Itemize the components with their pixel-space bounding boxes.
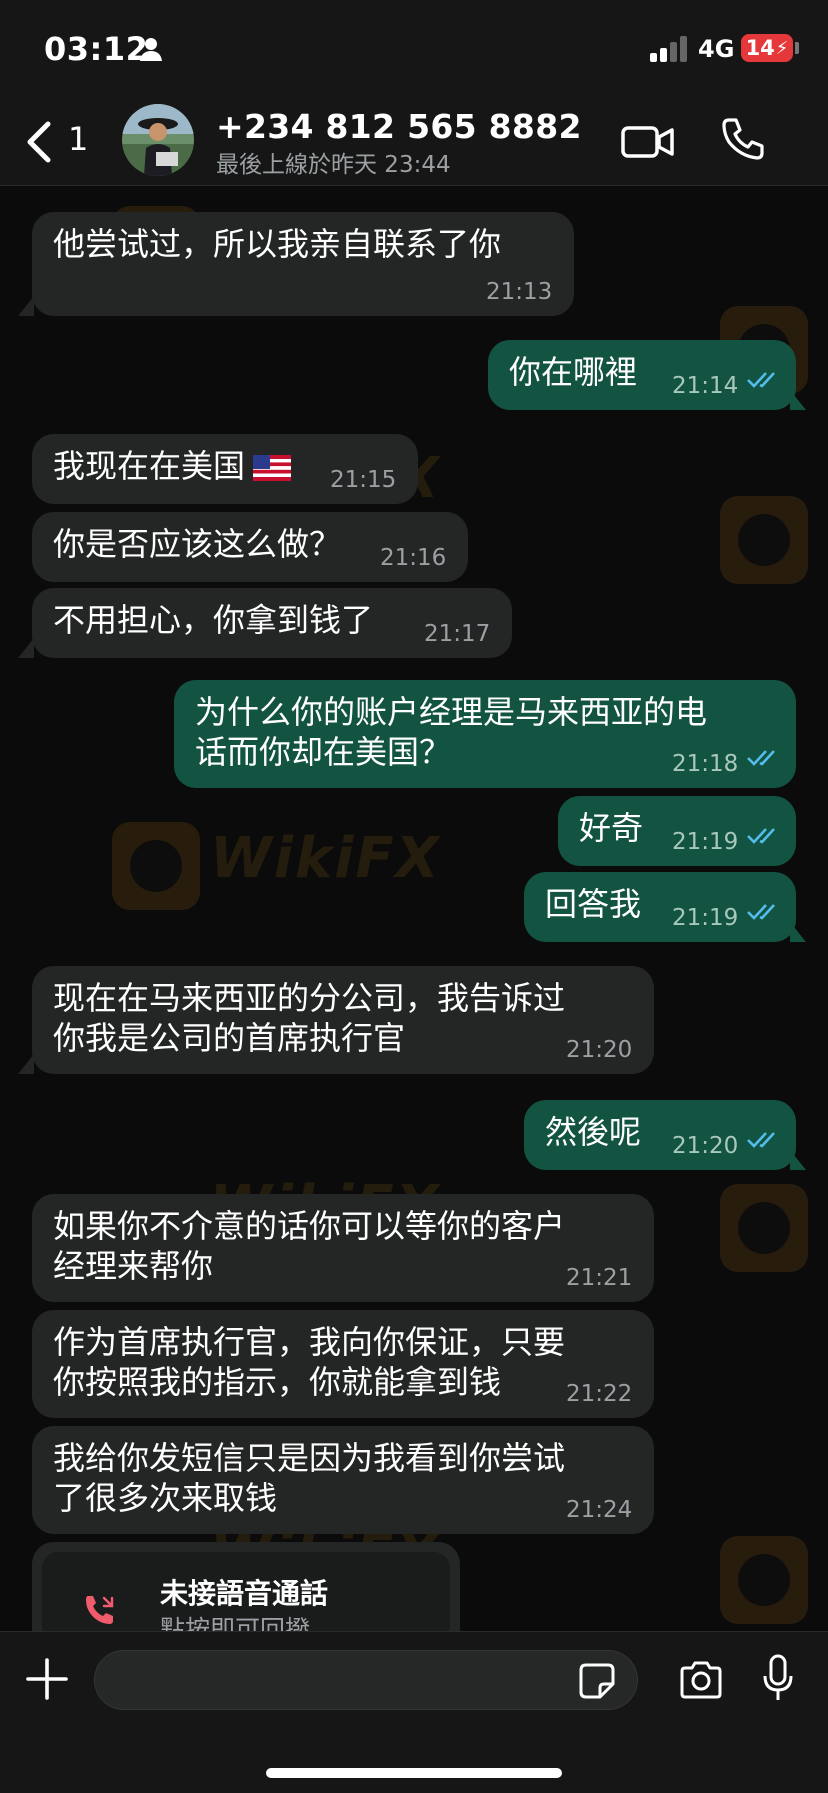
message-text: 作为首席执行官，我向你保证，只要 你按照我的指示，你就能拿到钱 (53, 1322, 565, 1402)
status-bar: 03:12 4G 14 ⚡ (0, 0, 828, 100)
incoming-message[interactable]: 你是否应该这么做？ 21:16 (32, 512, 468, 582)
unread-count[interactable]: 1 (68, 120, 88, 158)
message-time: 21:17 (424, 621, 491, 647)
outgoing-message[interactable]: 回答我 21:19 (524, 872, 796, 942)
message-line: 话而你却在美国？ (195, 733, 452, 771)
read-receipt-icon (747, 372, 775, 388)
message-line: 我给你发短信只是因为我看到你尝试 (53, 1439, 566, 1477)
microphone-icon[interactable] (762, 1654, 794, 1702)
message-text: 如果你不介意的话你可以等你的客户 经理来帮你 (53, 1206, 565, 1286)
watermark-logo (720, 496, 808, 584)
message-time: 21:18 (672, 751, 739, 777)
watermark-logo (720, 1184, 808, 1272)
message-time: 21:22 (566, 1381, 633, 1407)
message-text: 你是否应该这么做？ (53, 525, 342, 563)
message-text: 你在哪裡 (509, 353, 638, 391)
avatar[interactable] (122, 104, 194, 176)
message-line: 为什么你的账户经理是马来西亚的电 (195, 693, 708, 731)
battery-level: 14 (745, 36, 775, 60)
incoming-message[interactable]: 现在在马来西亚的分公司，我告诉过 你我是公司的首席执行官 21:20 (32, 966, 654, 1074)
camera-icon[interactable] (678, 1660, 724, 1700)
message-text: 我给你发短信只是因为我看到你尝试 了很多次来取钱 (53, 1438, 565, 1518)
message-input[interactable] (94, 1650, 638, 1710)
incoming-message[interactable]: 我给你发短信只是因为我看到你尝试 了很多次来取钱 21:24 (32, 1426, 654, 1534)
bubble-tail (18, 1054, 34, 1074)
outgoing-message[interactable]: 你在哪裡 21:14 (488, 340, 796, 410)
message-text: 现在在马来西亚的分公司，我告诉过 你我是公司的首席执行官 (53, 978, 565, 1058)
bubble-tail (18, 638, 34, 658)
bubble-tail (18, 296, 34, 316)
plus-icon[interactable] (26, 1658, 68, 1700)
read-receipt-icon (747, 750, 775, 766)
phone-call-icon[interactable] (720, 116, 766, 162)
message-text: 好奇 (579, 809, 644, 847)
missed-call-title: 未接語音通話 (160, 1577, 329, 1610)
watermark-logo (112, 822, 200, 910)
network-type: 4G (698, 35, 735, 63)
message-time: 21:20 (566, 1037, 633, 1063)
signal-icon (650, 36, 687, 62)
message-line: 你我是公司的首席执行官 (53, 1019, 406, 1057)
message-text: 然後呢 (545, 1113, 642, 1151)
read-receipt-icon (747, 904, 775, 920)
message-time: 21:15 (330, 467, 397, 493)
read-receipt-icon (747, 1132, 775, 1148)
home-indicator (266, 1768, 562, 1778)
message-line: 现在在马来西亚的分公司，我告诉过 (53, 979, 566, 1017)
message-time: 21:14 (672, 373, 739, 399)
outgoing-message[interactable]: 为什么你的账户经理是马来西亚的电 话而你却在美国？ 21:18 (174, 680, 796, 788)
message-time: 21:16 (380, 545, 447, 571)
incoming-message[interactable]: 不用担心，你拿到钱了 21:17 (32, 588, 512, 658)
message-list[interactable]: WikiFX WikiFX WikiFX WikiFX 他尝试过，所以我亲自联系… (0, 186, 828, 1631)
watermark-logo (720, 1536, 808, 1624)
bubble-tail (790, 922, 806, 942)
incoming-message[interactable]: 如果你不介意的话你可以等你的客户 经理来帮你 21:21 (32, 1194, 654, 1302)
message-line: 如果你不介意的话你可以等你的客户 (53, 1207, 566, 1245)
read-receipt-icon (747, 828, 775, 844)
message-time: 21:21 (566, 1265, 633, 1291)
message-time: 21:19 (672, 905, 739, 931)
message-text: 他尝试过，所以我亲自联系了你 (53, 225, 502, 263)
missed-call-icon (86, 1596, 114, 1624)
message-line: 了很多次来取钱 (53, 1479, 278, 1517)
battery-icon: 14 ⚡ (741, 34, 793, 62)
status-time: 03:12 (44, 30, 149, 68)
contact-name[interactable]: +234 812 565 8882 (216, 107, 582, 146)
person-icon (140, 38, 162, 61)
sticker-icon[interactable] (578, 1662, 616, 1700)
message-line: 经理来帮你 (53, 1247, 214, 1285)
message-time: 21:13 (486, 279, 553, 305)
message-text: 我现在在美国 (53, 446, 292, 486)
message-time: 21:24 (566, 1497, 633, 1523)
message-time: 21:20 (672, 1133, 739, 1159)
bubble-tail (790, 1150, 806, 1170)
message-text: 回答我 (545, 885, 642, 923)
incoming-message[interactable]: 他尝试过，所以我亲自联系了你 21:13 (32, 212, 574, 316)
video-call-icon[interactable] (620, 120, 676, 162)
battery-tip (795, 42, 799, 54)
watermark-text: WikiFX (210, 826, 441, 891)
back-chevron-icon[interactable] (22, 120, 54, 164)
last-seen-status: 最後上線於昨天 23:44 (216, 152, 451, 178)
outgoing-message[interactable]: 好奇 21:19 (558, 796, 796, 866)
message-line: 你按照我的指示，你就能拿到钱 (53, 1363, 502, 1401)
chat-header: 1 +234 812 565 8882 最後上線於昨天 23:44 (0, 100, 828, 186)
us-flag-icon (253, 455, 292, 481)
input-bar (0, 1631, 828, 1793)
incoming-message[interactable]: 作为首席执行官，我向你保证，只要 你按照我的指示，你就能拿到钱 21:22 (32, 1310, 654, 1418)
message-text: 为什么你的账户经理是马来西亚的电 话而你却在美国？ (195, 692, 707, 772)
bubble-tail (790, 390, 806, 410)
message-line: 作为首席执行官，我向你保证，只要 (53, 1323, 566, 1361)
incoming-message[interactable]: 我现在在美国 21:15 (32, 434, 418, 504)
message-text-content: 我现在在美国 (53, 447, 246, 485)
message-text: 不用担心，你拿到钱了 (53, 601, 374, 639)
message-time: 21:19 (672, 829, 739, 855)
outgoing-message[interactable]: 然後呢 21:20 (524, 1100, 796, 1170)
